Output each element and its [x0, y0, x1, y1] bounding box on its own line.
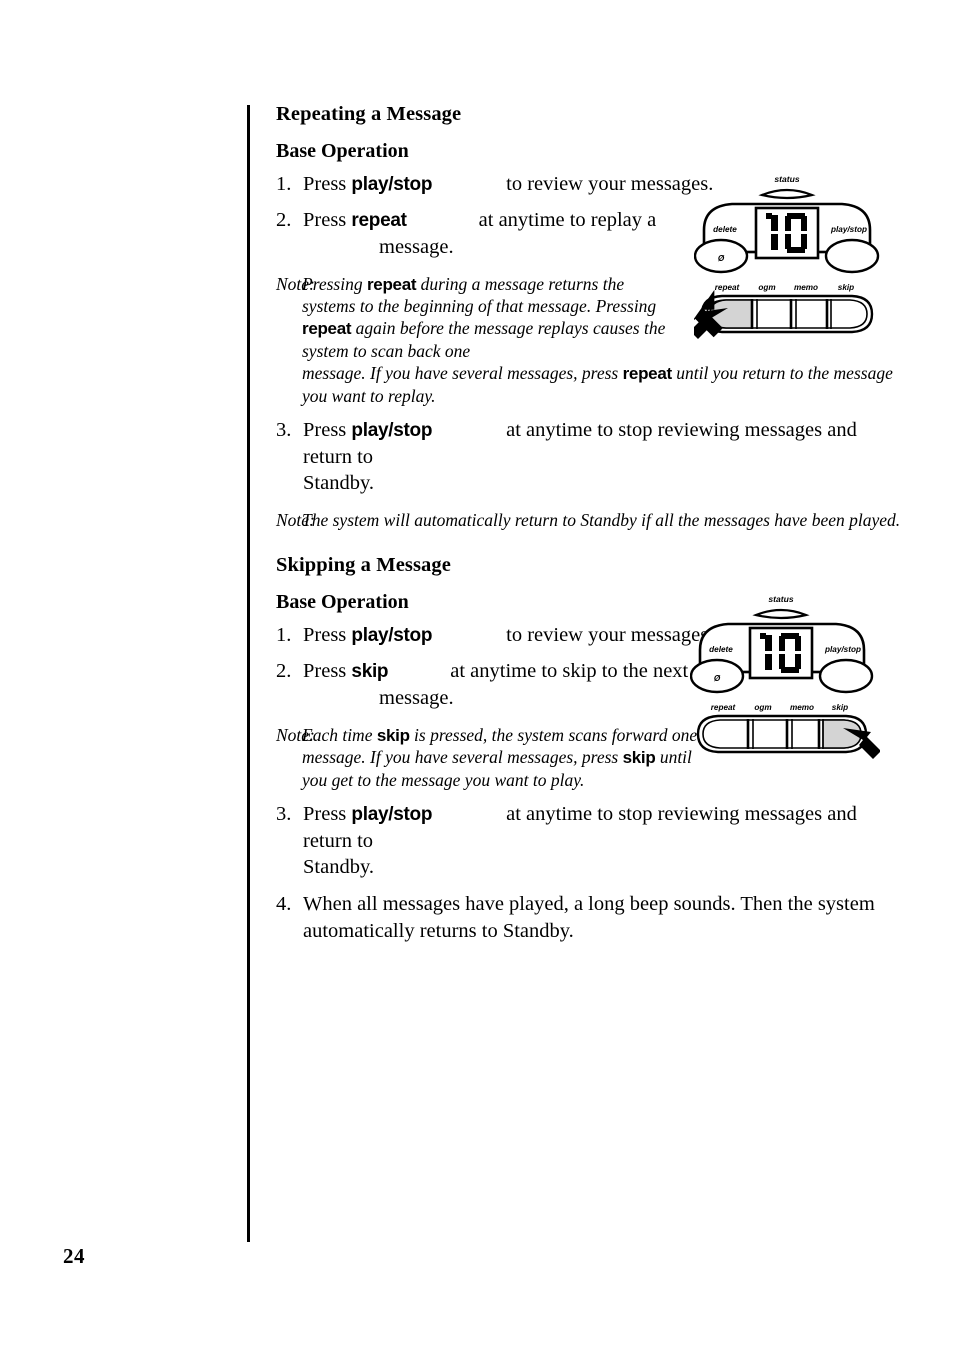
- status-lens-icon: [758, 188, 816, 200]
- note-text: Each time skip is pressed, the system sc…: [302, 725, 697, 790]
- note-label: Note:: [276, 724, 315, 745]
- button-label-repeat: repeat: [715, 283, 740, 292]
- button-name-repeat: repeat: [351, 210, 407, 232]
- button-name-playstop: play/stop: [351, 419, 433, 441]
- page-number: 24: [63, 1244, 85, 1268]
- note-button-repeat: repeat: [302, 319, 352, 339]
- press-word: Press: [303, 623, 347, 646]
- button-label-memo: memo: [790, 703, 814, 712]
- step-number: 3.: [276, 418, 292, 441]
- status-label: status: [774, 174, 800, 184]
- step-rest: to review your messages.: [506, 623, 714, 646]
- note-auto-standby: Note: The system will automatically retu…: [276, 509, 902, 531]
- note-text: The system will automatically return to …: [302, 509, 901, 530]
- step-text: When all messages have played, a long be…: [303, 892, 875, 942]
- note-button-repeat: repeat: [366, 274, 417, 294]
- step-number: 4.: [276, 892, 292, 915]
- press-word: Press: [303, 209, 347, 232]
- note-repeat-behaviour: Note: Pressing repeat during a message r…: [276, 273, 893, 407]
- button-name-playstop: play/stop: [351, 624, 433, 646]
- step-rest-line2: Standby.: [303, 472, 374, 495]
- press-word: Press: [303, 418, 347, 441]
- button-name-playstop: play/stop: [351, 803, 433, 825]
- playstop-button[interactable]: [818, 658, 874, 694]
- steps-list-repeating-cont: 3. Press play/stop at anytime to stop rev…: [276, 417, 896, 497]
- step-item: 3. Press play/stop at anytime to stop rev…: [276, 801, 896, 881]
- note-tail: message. If you have several messages, p…: [302, 362, 902, 407]
- section-title-skipping: Skipping a Message: [276, 554, 451, 577]
- step-rest: at anytime to replay a: [478, 209, 657, 232]
- step-number: 2.: [276, 660, 292, 683]
- button-label-repeat: repeat: [711, 703, 736, 712]
- delete-label: delete: [709, 645, 733, 654]
- button-label-skip: skip: [832, 703, 848, 712]
- section-subtitle-repeating: Base Operation: [276, 139, 409, 162]
- button-label-ogm: ogm: [754, 703, 771, 712]
- playstop-label: play/stop: [830, 225, 867, 234]
- step-rest: at anytime to skip to the next: [450, 660, 689, 683]
- step-number: 3.: [276, 802, 292, 825]
- playstop-label: play/stop: [824, 645, 861, 654]
- step-item: 4. When all messages have played, a long…: [276, 891, 896, 944]
- button-label-skip: skip: [838, 283, 854, 292]
- delete-symbol: Ø: [718, 254, 725, 263]
- manual-page: 24 Repeating a Message Base Operation 1.…: [0, 0, 954, 1345]
- step-rest: to review your messages.: [506, 172, 714, 195]
- step-number: 2.: [276, 209, 292, 232]
- step-text: Press play/stop at anytime to stop review…: [303, 801, 896, 854]
- note-part: message. If you have several messages, p…: [302, 363, 623, 384]
- note-part: again before the message replays causes …: [302, 318, 666, 361]
- note-button-skip: skip: [622, 748, 656, 768]
- step-number: 1.: [276, 172, 292, 195]
- press-word: Press: [303, 660, 347, 683]
- delete-symbol: Ø: [714, 674, 721, 683]
- note-skip-behaviour: Note: Each time skip is pressed, the sys…: [276, 724, 702, 791]
- press-word: Press: [303, 802, 347, 825]
- step-number: 1.: [276, 623, 292, 646]
- section-title-repeating: Repeating a Message: [276, 103, 462, 125]
- button-label-memo: memo: [794, 283, 818, 292]
- step-rest-line2: Standby.: [303, 856, 374, 879]
- note-label: Note:: [276, 509, 315, 530]
- status-label: status: [768, 594, 794, 604]
- device-illustration-skip: status Ø delete play/stop repeat ogm mem…: [690, 588, 880, 768]
- button-label-ogm: ogm: [758, 283, 775, 292]
- status-lens-icon: [752, 608, 810, 620]
- delete-label: delete: [713, 225, 737, 234]
- step-item: 3. Press play/stop at anytime to stop rev…: [276, 417, 896, 497]
- playstop-button[interactable]: [824, 238, 880, 274]
- note-button-skip: skip: [376, 725, 410, 745]
- note-button-repeat: repeat: [622, 364, 673, 384]
- step-text: Press play/stop at anytime to stop review…: [303, 417, 896, 470]
- note-text: Pressing repeat during a message returns…: [302, 274, 665, 361]
- button-name-playstop: play/stop: [351, 173, 433, 195]
- note-label: Note:: [276, 273, 315, 294]
- device-illustration-repeat: status Ø delete play/stop repeat ogm mem…: [694, 168, 880, 348]
- press-word: Press: [303, 172, 347, 195]
- steps-list-skipping-cont: 3. Press play/stop at anytime to stop rev…: [276, 801, 896, 944]
- page-vertical-rule: [247, 105, 250, 1242]
- button-name-skip: skip: [351, 661, 389, 683]
